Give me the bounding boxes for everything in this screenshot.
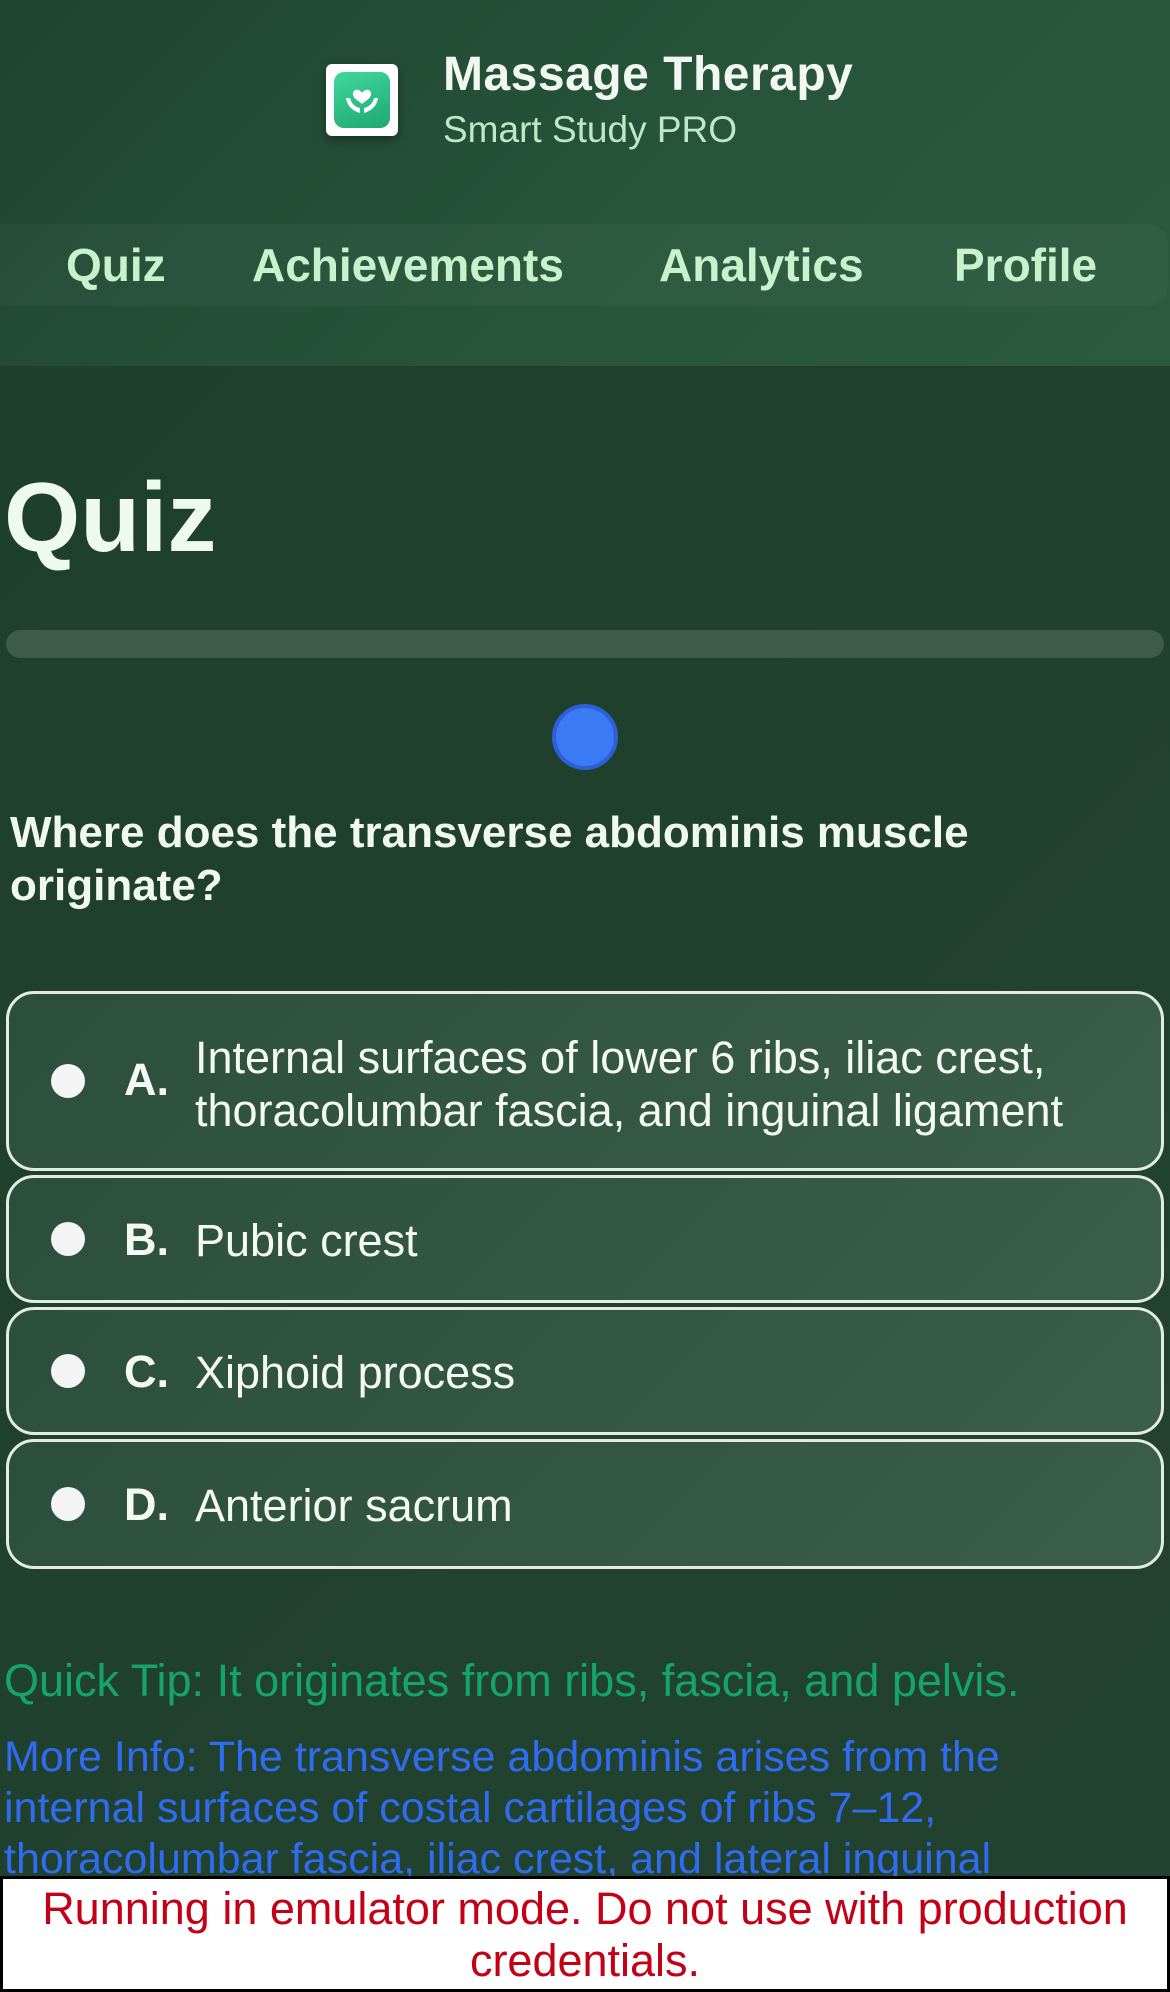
more-info-text: More Info: The transverse abdominis aris… — [4, 1733, 1000, 1883]
page-title: Quiz — [4, 462, 217, 572]
app-title: Massage Therapy — [443, 48, 854, 101]
radio-button[interactable] — [51, 1222, 85, 1256]
answer-option-a[interactable]: A. Internal surfaces of lower 6 ribs, il… — [6, 991, 1164, 1171]
quick-tip: Quick Tip: It originates from ribs, fasc… — [4, 1655, 1020, 1706]
nav-bar: Quiz Achievements Analytics Profile — [0, 224, 1168, 306]
tab-profile[interactable]: Profile — [954, 224, 1097, 306]
option-letter: C. — [124, 1346, 169, 1397]
option-text: Anterior sacrum — [195, 1480, 513, 1531]
question-step-indicator — [552, 704, 618, 770]
radio-button[interactable] — [51, 1354, 85, 1388]
quiz-main: Quiz Where does the transverse abdominis… — [0, 366, 1170, 1883]
option-letter: B. — [124, 1214, 169, 1265]
option-text: Xiphoid process — [195, 1347, 516, 1398]
radio-button[interactable] — [51, 1487, 85, 1521]
emulator-warning-text: Running in emulator mode. Do not use wit… — [42, 1883, 1128, 1986]
emulator-warning-banner: Running in emulator mode. Do not use wit… — [0, 1876, 1170, 1992]
option-text: Pubic crest — [195, 1215, 418, 1266]
radio-button[interactable] — [51, 1064, 85, 1098]
app-subtitle: Smart Study PRO — [443, 109, 738, 150]
option-text: Internal surfaces of lower 6 ribs, iliac… — [195, 1032, 1064, 1136]
tab-achievements[interactable]: Achievements — [252, 224, 564, 306]
brand: Massage Therapy Smart Study PRO — [326, 40, 853, 160]
option-letter: D. — [124, 1479, 169, 1530]
hands-heart-icon — [334, 72, 390, 128]
answer-option-d[interactable]: D. Anterior sacrum — [6, 1439, 1164, 1569]
tab-analytics[interactable]: Analytics — [659, 224, 864, 306]
app-header: Massage Therapy Smart Study PRO Quiz Ach… — [0, 0, 1170, 366]
tab-quiz[interactable]: Quiz — [66, 224, 166, 306]
progress-bar — [6, 630, 1164, 658]
question-text: Where does the transverse abdominis musc… — [10, 808, 969, 910]
app-logo — [326, 64, 398, 136]
answer-option-b[interactable]: B. Pubic crest — [6, 1175, 1164, 1303]
option-letter: A. — [124, 1054, 169, 1105]
answer-option-c[interactable]: C. Xiphoid process — [6, 1307, 1164, 1435]
